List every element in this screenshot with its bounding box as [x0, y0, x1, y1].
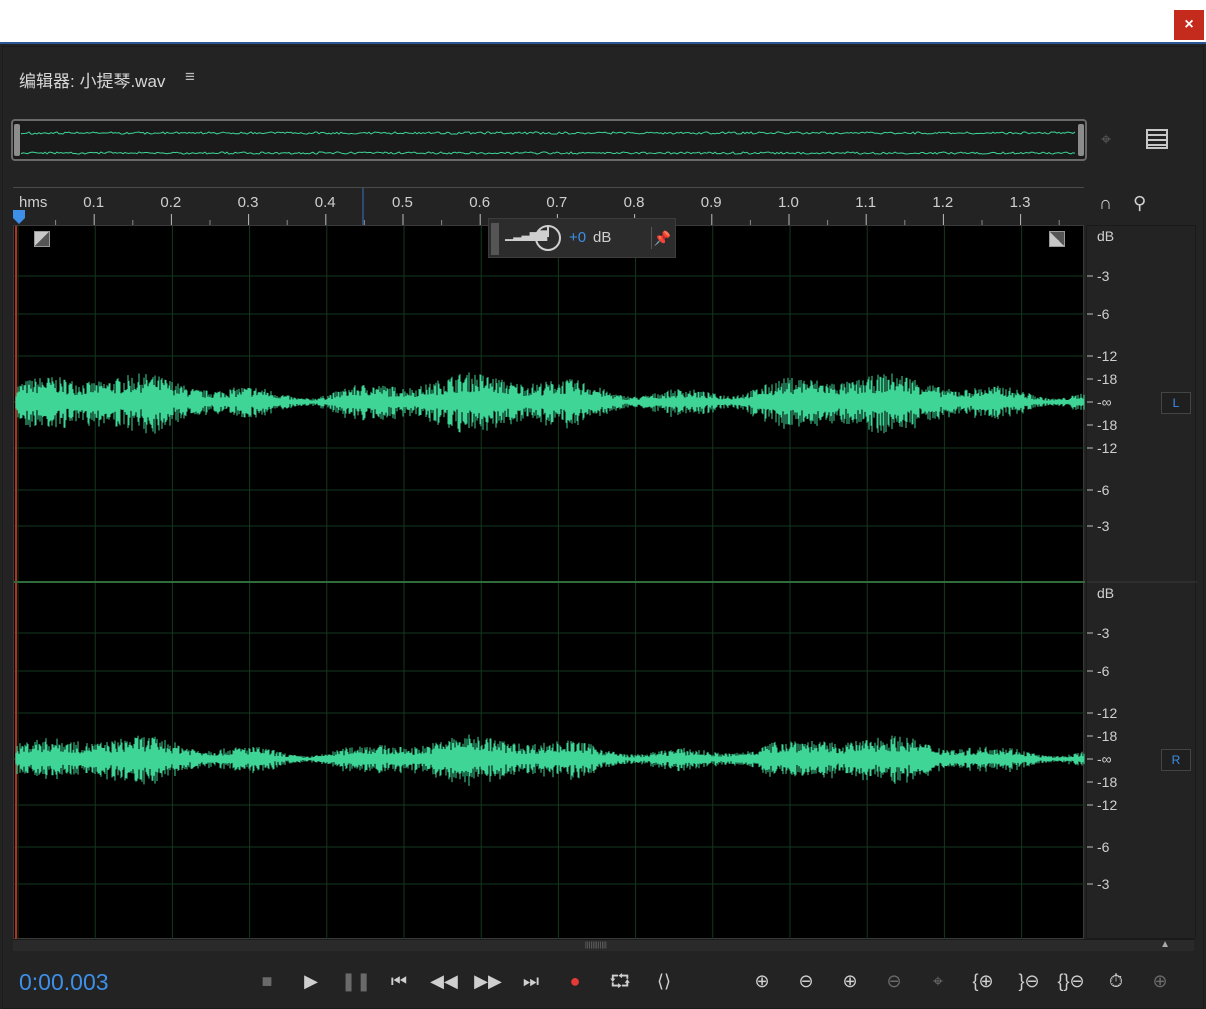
- zoom-out-amplitude-icon[interactable]: ⊖: [791, 967, 821, 995]
- db-scale-label: -6: [1097, 663, 1110, 679]
- channel-right-badge[interactable]: R: [1161, 749, 1191, 771]
- ruler-tick-label: 0.2: [160, 194, 182, 211]
- rewind-icon[interactable]: ◀◀: [429, 967, 459, 995]
- ruler-tick-label: 0.3: [237, 194, 259, 211]
- overview-right-handle[interactable]: [1078, 124, 1084, 156]
- db-scale-label: -12: [1097, 348, 1118, 364]
- ruler-tick-label: 0.8: [623, 194, 645, 211]
- ruler-tick-label: 0.1: [83, 194, 105, 211]
- fast-forward-icon[interactable]: ▶▶: [473, 967, 503, 995]
- db-scale-label: -3: [1097, 876, 1110, 892]
- editor-panel: 编辑器: 小提琴.wav ≡ ⌖ hms 0.1 0.2 0.3 0.4 0.5 0.6 0…: [2, 46, 1204, 1009]
- zoom-in-time-icon[interactable]: ⊕: [835, 967, 865, 995]
- db-scale-label: -∞: [1097, 394, 1112, 410]
- db-scale-label: -12: [1097, 797, 1118, 813]
- channel-list-icon[interactable]: [1146, 129, 1168, 149]
- overview-left-handle[interactable]: [14, 124, 20, 156]
- zoom-in-point-icon[interactable]: {⊕: [967, 967, 999, 995]
- horizontal-scrollbar[interactable]: |||||||||||| ▲: [13, 939, 1194, 951]
- scroll-up-icon[interactable]: ▲: [1160, 939, 1170, 950]
- zoom-selection-icon[interactable]: ⌖: [923, 967, 953, 995]
- window-titlebar: ×: [0, 0, 1206, 44]
- db-scale-label: dB: [1097, 585, 1115, 601]
- db-scale-label: dB: [1097, 228, 1115, 244]
- loop-icon[interactable]: ⮔: [605, 967, 635, 995]
- zoom-reset-icon[interactable]: ⏱: [1101, 967, 1131, 995]
- db-scale-label: -6: [1097, 306, 1110, 322]
- pause-icon[interactable]: ❚❚: [341, 967, 371, 995]
- ruler-tick-label: 0.6: [469, 194, 491, 211]
- hud-drag-grip[interactable]: [491, 223, 499, 255]
- db-scale-label: -18: [1097, 371, 1118, 387]
- marker-pin-icon[interactable]: ⚲: [1133, 193, 1146, 214]
- db-scale-label: -∞: [1097, 751, 1112, 767]
- go-to-end-icon[interactable]: ⏭: [517, 967, 545, 995]
- volume-unit: dB: [593, 229, 612, 246]
- volume-hud: ▁▂▃▅▆ +0 dB 📌: [488, 218, 676, 258]
- db-scale-label: -6: [1097, 482, 1110, 498]
- zoom-full-icon[interactable]: {}⊖: [1053, 967, 1089, 995]
- hud-pin-icon[interactable]: 📌: [651, 227, 673, 249]
- waveform-display[interactable]: ▁▂▃▅▆ +0 dB 📌: [13, 218, 1085, 940]
- zoom-out-point-icon[interactable]: }⊖: [1013, 967, 1045, 995]
- close-button[interactable]: ×: [1174, 10, 1204, 40]
- ruler-tick-label: 0.5: [392, 194, 413, 211]
- ruler-tick-label: 0.9: [700, 194, 722, 211]
- overview-navigator[interactable]: [11, 119, 1087, 161]
- headphone-icon[interactable]: ∩: [1099, 193, 1112, 214]
- db-scale-label: -3: [1097, 518, 1110, 534]
- waveform-canvas: [14, 226, 1085, 940]
- time-display[interactable]: 0:00.003: [19, 969, 109, 996]
- ruler-tick-label: 1.0: [778, 194, 799, 211]
- editor-title: 编辑器: 小提琴.wav: [19, 72, 166, 91]
- db-scale-label: -18: [1097, 728, 1118, 744]
- volume-value[interactable]: +0: [569, 229, 586, 246]
- stop-icon[interactable]: ■: [253, 967, 281, 995]
- skip-selection-icon[interactable]: ⟨⟩: [649, 967, 679, 995]
- fade-out-handle[interactable]: [1049, 231, 1065, 247]
- db-scale-label: -6: [1097, 839, 1110, 855]
- db-scale-label: -18: [1097, 417, 1118, 433]
- overview-waveform: [21, 131, 1076, 155]
- fade-in-handle[interactable]: [34, 231, 50, 247]
- zoom-out-full-icon[interactable]: ⊕: [1145, 967, 1175, 995]
- db-scale-label: -12: [1097, 440, 1118, 456]
- ruler-tick-label: 0.4: [314, 194, 336, 211]
- zoom-in-amplitude-icon[interactable]: ⊕: [747, 967, 777, 995]
- ruler-tick-label: 1.2: [932, 194, 954, 211]
- ruler-tick-label: 1.1: [855, 194, 877, 211]
- go-to-start-icon[interactable]: ⏮: [385, 967, 413, 995]
- channel-left-badge[interactable]: L: [1161, 392, 1191, 414]
- ruler-unit-label: hms: [19, 194, 48, 211]
- amplitude-scale[interactable]: dB -3 -6 -12 -18 -∞ -18 -12 -6 -3 dB -3 -6 -12 -18 -∞ -1…: [1086, 225, 1197, 939]
- db-scale-label: -3: [1097, 268, 1110, 284]
- play-icon[interactable]: ▶: [297, 967, 325, 995]
- channel-divider: [14, 581, 1085, 583]
- db-scale-label: -3: [1097, 625, 1110, 641]
- volume-knob[interactable]: [535, 225, 561, 251]
- record-icon[interactable]: ●: [561, 967, 589, 995]
- zoom-out-time-icon[interactable]: ⊖: [879, 967, 909, 995]
- scroll-grip-icon[interactable]: ||||||||||||: [585, 942, 621, 949]
- zoom-to-selection-icon[interactable]: ⌖: [1101, 129, 1111, 150]
- ruler-tick-label: 1.3: [1009, 194, 1031, 211]
- db-scale-label: -12: [1097, 705, 1118, 721]
- db-scale-label: -18: [1097, 774, 1118, 790]
- db-scale-ticks: [1087, 275, 1197, 885]
- panel-menu-icon[interactable]: ≡: [185, 67, 195, 87]
- ruler-tick-label: 0.7: [546, 194, 568, 211]
